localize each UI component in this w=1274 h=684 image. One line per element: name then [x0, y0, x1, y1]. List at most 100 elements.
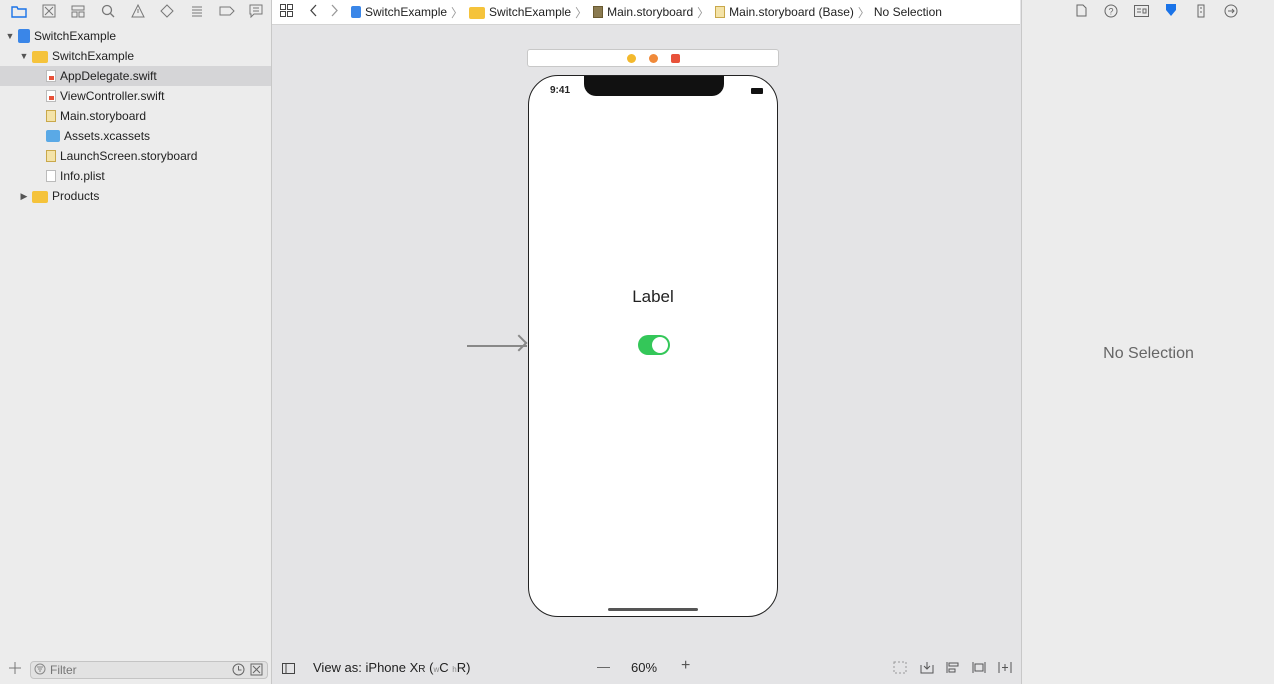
canvas-bottom-bar: View as: iPhone XR (wC hR) — 60% +	[272, 652, 1020, 684]
chevron-right-icon: 〉	[575, 5, 588, 20]
asset-catalog-icon	[46, 130, 60, 142]
scene-dock	[527, 49, 779, 67]
status-time: 9:41	[550, 85, 571, 96]
help-inspector-tab[interactable]: ?	[1096, 0, 1126, 24]
project-icon	[351, 6, 361, 18]
folder-icon	[469, 6, 486, 19]
inspector-tabs: ?	[1022, 0, 1274, 24]
crumb-label: Main.storyboard	[607, 5, 694, 19]
disclosure-closed-icon[interactable]: ▶	[18, 191, 30, 202]
crumb-label: No Selection	[873, 5, 942, 19]
navigator-panel: ▼ SwitchExample ▼ SwitchExample AppDelegate.…	[0, 0, 272, 684]
tree-row[interactable]: LaunchScreen.storyboard	[0, 146, 271, 166]
identity-inspector-tab[interactable]	[1126, 0, 1156, 24]
debug-icon	[190, 4, 204, 21]
symbol-navigator-tab[interactable]	[63, 0, 93, 24]
swift-file-icon	[46, 90, 56, 102]
view-as-button[interactable]: View as: iPhone XR (wC hR)	[313, 660, 470, 675]
align-icon[interactable]	[946, 661, 960, 677]
tree-row-label: LaunchScreen.storyboard	[60, 149, 198, 163]
crumb-label: SwitchExample	[365, 5, 448, 19]
tree-row[interactable]: Main.storyboard	[0, 106, 271, 126]
document-outline-icon[interactable]	[282, 662, 295, 677]
tree-row[interactable]: ▶ Products	[0, 186, 271, 206]
identity-icon	[1133, 4, 1149, 20]
tree-row-label: Assets.xcassets	[64, 129, 151, 143]
debug-navigator-tab[interactable]	[182, 0, 212, 24]
storyboard-icon	[46, 110, 56, 122]
first-responder-icon[interactable]	[649, 54, 658, 63]
add-constraints-icon[interactable]	[972, 661, 986, 677]
source-control-navigator-tab[interactable]	[34, 0, 64, 24]
navigator-tabs	[0, 0, 271, 24]
folder-icon	[11, 4, 27, 21]
disclosure-open-icon[interactable]: ▼	[18, 51, 30, 61]
tree-row-label: Products	[52, 189, 100, 203]
crumb-storyboard-base[interactable]: Main.storyboard (Base)	[713, 5, 854, 19]
tree-row-label: Info.plist	[60, 169, 105, 183]
size-inspector-tab[interactable]	[1186, 0, 1216, 24]
filter-icon	[34, 663, 46, 678]
device-canvas[interactable]: 9:41 Label	[528, 75, 778, 617]
related-items-icon[interactable]	[280, 4, 293, 20]
connections-inspector-tab[interactable]	[1216, 0, 1246, 24]
issue-navigator-tab[interactable]	[123, 0, 153, 24]
tree-row[interactable]: ViewController.swift	[0, 86, 271, 106]
storyboard-icon	[593, 6, 604, 18]
navigator-filter-bar	[0, 654, 271, 684]
resolve-issues-icon[interactable]	[998, 661, 1012, 677]
filter-field[interactable]	[30, 661, 268, 679]
file-inspector-tab[interactable]	[1066, 0, 1096, 24]
tree-row[interactable]: ▼ SwitchExample	[0, 26, 271, 46]
zoom-level[interactable]: 60%	[631, 660, 657, 675]
exit-icon[interactable]	[671, 54, 680, 63]
crumb-selection[interactable]: No Selection	[874, 5, 942, 19]
crumb-label: Main.storyboard (Base)	[729, 5, 854, 19]
forward-icon[interactable]	[331, 4, 339, 20]
swift-file-icon	[46, 70, 56, 82]
scm-filter-icon[interactable]	[250, 663, 263, 679]
add-icon[interactable]	[9, 662, 21, 677]
symbol-icon	[70, 4, 86, 21]
report-navigator-tab[interactable]	[241, 0, 271, 24]
test-navigator-tab[interactable]	[152, 0, 182, 24]
crumb-group[interactable]: SwitchExample	[467, 5, 571, 19]
source-control-icon	[42, 4, 56, 21]
attributes-inspector-tab[interactable]	[1156, 0, 1186, 24]
size-class-w-value: C	[439, 660, 449, 675]
update-frames-icon[interactable]	[893, 661, 907, 677]
crumb-storyboard[interactable]: Main.storyboard	[591, 5, 693, 19]
view-controller-icon[interactable]	[627, 54, 636, 63]
tree-row[interactable]: Info.plist	[0, 166, 271, 186]
embed-in-icon[interactable]	[920, 661, 934, 677]
find-icon	[101, 4, 115, 21]
filter-input[interactable]	[46, 662, 222, 678]
chevron-right-icon: 〉	[857, 5, 870, 20]
recent-files-icon[interactable]	[232, 663, 245, 679]
battery-icon	[751, 88, 763, 94]
editor-area: SwitchExample 〉 SwitchExample 〉 Main.sto…	[272, 0, 1020, 684]
tree-row-label: SwitchExample	[34, 29, 117, 43]
disclosure-open-icon[interactable]: ▼	[4, 31, 16, 41]
help-icon: ?	[1104, 4, 1118, 21]
inspector-empty-state: No Selection	[1103, 345, 1194, 362]
zoom-out-button[interactable]: —	[597, 659, 610, 674]
zoom-in-button[interactable]: +	[681, 657, 690, 675]
breakpoint-navigator-tab[interactable]	[212, 0, 242, 24]
tree-row[interactable]: ▼ SwitchExample	[0, 46, 271, 66]
tree-row-label: AppDelegate.swift	[60, 69, 157, 83]
storyboard-switch[interactable]	[638, 335, 670, 355]
view-as-label: View as: iPhone X	[313, 660, 419, 675]
find-navigator-tab[interactable]	[93, 0, 123, 24]
tree-row[interactable]: Assets.xcassets	[0, 126, 271, 146]
folder-icon	[32, 190, 48, 203]
storyboard-label[interactable]: Label	[529, 287, 777, 307]
plist-file-icon	[46, 170, 56, 182]
crumb-project[interactable]: SwitchExample	[349, 5, 447, 19]
home-indicator	[608, 608, 698, 611]
storyboard-icon	[46, 150, 56, 162]
tree-row[interactable]: AppDelegate.swift	[0, 66, 271, 86]
project-navigator-tab[interactable]	[4, 0, 34, 24]
size-class-h-value: R	[456, 660, 467, 675]
back-icon[interactable]	[309, 4, 317, 20]
